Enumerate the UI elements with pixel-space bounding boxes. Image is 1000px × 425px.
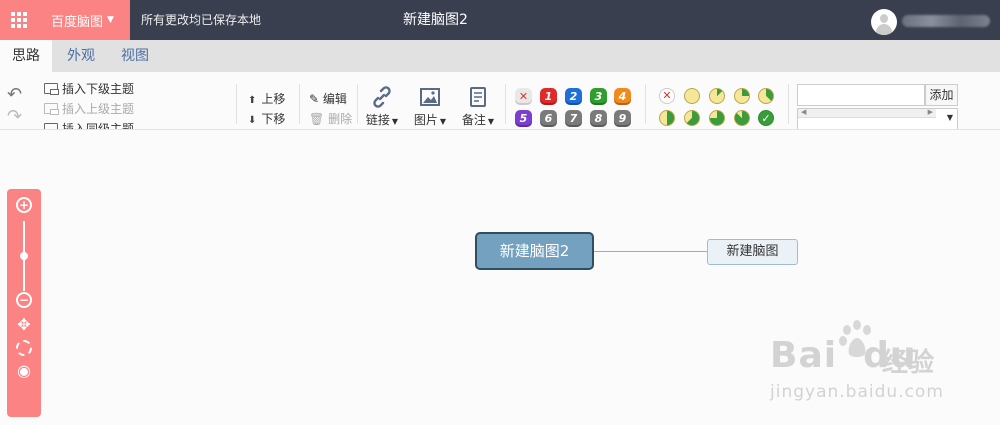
progress-3-icon[interactable] — [758, 88, 774, 104]
save-status: 所有更改均已保存本地 — [141, 13, 262, 27]
progress-clear-icon[interactable]: ✕ — [659, 88, 675, 104]
priority-5-icon[interactable]: 5 — [515, 110, 532, 127]
move-up-button[interactable]: ⬆ 上移 — [248, 90, 285, 107]
progress-6-icon[interactable] — [709, 110, 725, 126]
redo-icon[interactable]: ↷ — [7, 106, 22, 127]
note-label: 备注 — [461, 113, 486, 127]
undo-icon[interactable]: ↶ — [7, 84, 22, 105]
tab-bar: 思路 外观 视图 — [0, 40, 1000, 72]
ribbon-toolbar: ↶ ↷ 插入下级主题 插入上级主题 插入同级主题 ⬆ 上移 ⬇ 下移 ✎ 编辑 🗑 … — [0, 72, 1000, 130]
chevron-down-icon: ▼ — [107, 15, 114, 25]
priority-2-icon[interactable]: 2 — [565, 88, 582, 105]
move-icon[interactable]: ✥ — [16, 317, 32, 333]
insert-child-icon — [44, 83, 59, 95]
arrow-up-icon: ⬆ — [248, 95, 257, 106]
move-down-button[interactable]: ⬇ 下移 — [248, 110, 285, 127]
child-node[interactable]: 新建脑图 — [707, 239, 798, 265]
apps-grid-icon[interactable] — [0, 0, 37, 40]
brand-menu-button[interactable]: 百度脑图 ▼ — [37, 0, 130, 40]
arrow-down-icon: ⬇ — [248, 115, 257, 126]
resource-scrollbar[interactable]: ◀ ▶ — [798, 108, 936, 118]
zoom-in-icon[interactable]: + — [16, 197, 32, 213]
progress-7-icon[interactable] — [734, 110, 750, 126]
root-node[interactable]: 新建脑图2 — [475, 232, 594, 270]
image-icon — [420, 88, 440, 106]
resource-input[interactable] — [797, 84, 925, 106]
insert-child-label: 插入下级主题 — [62, 82, 135, 96]
scroll-right-icon[interactable]: ▶ — [928, 108, 933, 116]
resource-add-button[interactable]: 添加 — [925, 84, 958, 106]
note-button[interactable]: 备注 ▼ — [458, 85, 498, 128]
move-down-label: 下移 — [261, 112, 286, 126]
username-blurred[interactable] — [902, 15, 990, 27]
locate-icon[interactable] — [16, 340, 32, 356]
priority-clear-icon[interactable]: ✕ — [515, 88, 532, 105]
priority-1-icon[interactable]: 1 — [540, 88, 557, 105]
document-title[interactable]: 新建脑图2 — [403, 0, 468, 40]
insert-sibling-label: 插入同级主题 — [62, 122, 135, 130]
watermark-url: jingyan.baidu.com — [770, 382, 944, 402]
avatar[interactable] — [871, 9, 897, 35]
pencil-icon: ✎ — [309, 92, 320, 106]
progress-5-icon[interactable] — [684, 110, 700, 126]
move-up-label: 上移 — [261, 92, 286, 106]
delete-label: 删除 — [328, 112, 353, 126]
priority-4-icon[interactable]: 4 — [614, 88, 631, 105]
node-connector — [594, 251, 708, 252]
priority-7-icon[interactable]: 7 — [565, 110, 582, 127]
priority-3-icon[interactable]: 3 — [590, 88, 607, 105]
zoom-slider-handle[interactable] — [20, 252, 28, 260]
zoom-out-icon[interactable]: − — [16, 292, 32, 308]
tab-view[interactable]: 视图 — [110, 40, 160, 72]
insert-parent-label: 插入上级主题 — [62, 102, 135, 116]
brand-label: 百度脑图 — [51, 14, 104, 30]
insert-parent-button[interactable]: 插入上级主题 — [44, 100, 134, 117]
note-icon — [470, 87, 486, 107]
trash-icon: 🗑 — [309, 112, 325, 126]
progress-0-icon[interactable] — [684, 88, 700, 104]
image-button[interactable]: 图片 ▼ — [410, 85, 450, 128]
link-label: 链接 — [365, 113, 390, 127]
link-icon — [373, 86, 391, 108]
edit-label: 编辑 — [322, 92, 347, 106]
watermark-cn: 经验 — [882, 348, 935, 378]
delete-button[interactable]: 🗑 删除 — [309, 110, 352, 127]
insert-child-button[interactable]: 插入下级主题 — [44, 80, 134, 97]
progress-2-icon[interactable] — [734, 88, 750, 104]
tab-appearance[interactable]: 外观 — [56, 40, 106, 72]
resource-dropdown-icon[interactable]: ▼ — [947, 113, 953, 122]
scroll-left-icon[interactable]: ◀ — [801, 108, 806, 116]
progress-1-icon[interactable] — [709, 88, 725, 104]
image-label: 图片 — [413, 113, 438, 127]
insert-parent-icon — [44, 103, 59, 115]
priority-9-icon[interactable]: 9 — [614, 110, 631, 127]
resource-list[interactable]: ◀ ▶ ▼ — [797, 108, 958, 129]
link-button[interactable]: 链接 ▼ — [362, 85, 402, 128]
zoom-panel: + − ✥ ◉ — [7, 189, 41, 417]
progress-done-icon[interactable]: ✓ — [758, 110, 774, 126]
eye-icon[interactable]: ◉ — [16, 363, 32, 379]
priority-6-icon[interactable]: 6 — [540, 110, 557, 127]
top-bar: 百度脑图 ▼ 所有更改均已保存本地 新建脑图2 — [0, 0, 1000, 40]
edit-button[interactable]: ✎ 编辑 — [309, 90, 347, 107]
progress-4-icon[interactable] — [659, 110, 675, 126]
priority-8-icon[interactable]: 8 — [590, 110, 607, 127]
tab-idea[interactable]: 思路 — [0, 40, 52, 72]
mindmap-canvas[interactable] — [0, 131, 1000, 425]
insert-sibling-icon — [44, 123, 58, 129]
insert-sibling-button[interactable]: 插入同级主题 — [44, 120, 135, 130]
